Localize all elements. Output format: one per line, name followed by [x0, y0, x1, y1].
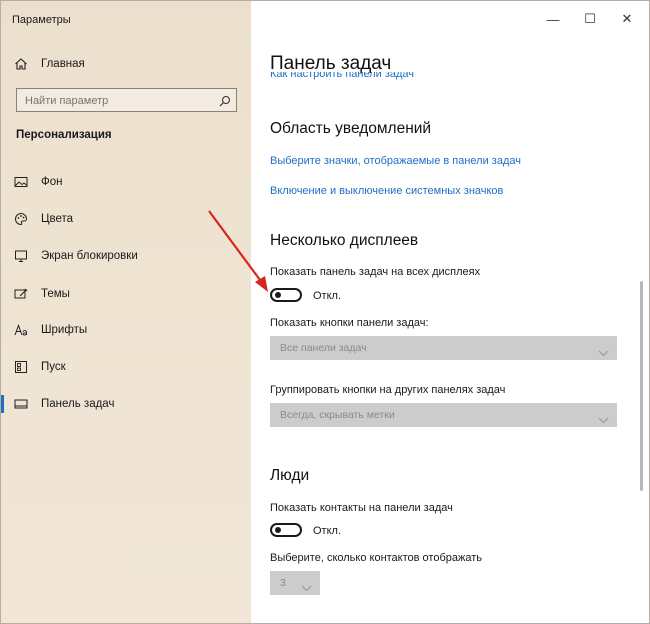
sidebar-item-label: Панель задач: [41, 398, 115, 410]
maximize-button[interactable]: ☐: [570, 7, 610, 31]
help-link-cutoff[interactable]: Как настроить панели задач: [270, 72, 570, 83]
fonts-icon: [14, 323, 28, 337]
palette-icon: [14, 212, 28, 226]
dropdown-value: Всегда, скрывать метки: [280, 409, 395, 421]
search-box[interactable]: [16, 88, 237, 112]
sidebar-item-label: Цвета: [41, 213, 74, 225]
dropdown-value: 3: [280, 577, 286, 589]
show-contacts-label: Показать контакты на панели задач: [270, 502, 453, 514]
contacts-count-dropdown[interactable]: 3: [270, 571, 320, 595]
contacts-count-label: Выберите, сколько контактов отображать: [270, 552, 482, 564]
combine-buttons-dropdown[interactable]: Всегда, скрывать метки: [270, 403, 617, 427]
select-icons-link[interactable]: Выберите значки, отображаемые в панели з…: [270, 155, 521, 167]
sidebar: Параметры Главная Персонализация Фон Цв: [1, 1, 251, 623]
nav-home-label: Главная: [41, 58, 85, 70]
annotation-arrow-icon: [208, 210, 268, 292]
toggle-state-label: Откл.: [313, 525, 342, 537]
taskbar-buttons-label: Показать кнопки панели задач:: [270, 317, 429, 329]
sidebar-item-label: Экран блокировки: [41, 250, 138, 262]
dropdown-value: Все панели задач: [280, 342, 367, 354]
toggle-knob: [275, 292, 281, 298]
combine-buttons-label: Группировать кнопки на других панелях за…: [270, 384, 506, 396]
sidebar-item-label: Фон: [41, 176, 63, 188]
minimize-button[interactable]: —: [533, 7, 573, 31]
multiple-displays-heading: Несколько дисплеев: [270, 232, 419, 249]
home-icon: [14, 57, 28, 71]
sidebar-item-start[interactable]: Пуск: [1, 352, 251, 382]
selected-indicator: [1, 395, 4, 413]
show-all-displays-toggle[interactable]: [270, 288, 302, 302]
image-icon: [14, 175, 28, 189]
search-icon[interactable]: [219, 94, 231, 112]
people-heading: Люди: [270, 467, 310, 484]
show-contacts-toggle[interactable]: [270, 523, 302, 537]
sidebar-item-label: Темы: [41, 288, 70, 300]
section-header: Персонализация: [16, 129, 112, 141]
sidebar-item-taskbar[interactable]: Панель задач: [1, 389, 251, 419]
sidebar-item-background[interactable]: Фон: [1, 167, 251, 197]
chevron-down-icon: [598, 411, 609, 429]
notifications-heading: Область уведомлений: [270, 120, 432, 137]
start-icon: [14, 360, 28, 374]
sidebar-item-label: Шрифты: [41, 324, 88, 336]
window-title: Параметры: [12, 14, 71, 26]
nav-home[interactable]: Главная: [1, 49, 251, 79]
toggle-knob: [275, 527, 281, 533]
sidebar-item-fonts[interactable]: Шрифты: [1, 315, 251, 345]
taskbar-icon: [14, 397, 28, 411]
close-button[interactable]: ✕: [607, 7, 647, 31]
main-content: — ☐ ✕ Панель задач Как настроить панели …: [251, 1, 649, 623]
sidebar-item-label: Пуск: [41, 361, 66, 373]
show-all-displays-label: Показать панель задач на всех дисплеях: [270, 266, 481, 278]
chevron-down-icon: [301, 579, 312, 597]
themes-icon: [14, 287, 28, 301]
lock-screen-icon: [14, 249, 28, 263]
system-icons-link[interactable]: Включение и выключение системных значков: [270, 185, 503, 197]
settings-window: Параметры Главная Персонализация Фон Цв: [0, 0, 650, 624]
search-input[interactable]: [23, 92, 217, 110]
chevron-down-icon: [598, 344, 609, 362]
scrollbar[interactable]: [640, 281, 643, 491]
taskbar-buttons-dropdown[interactable]: Все панели задач: [270, 336, 617, 360]
toggle-state-label: Откл.: [313, 290, 342, 302]
